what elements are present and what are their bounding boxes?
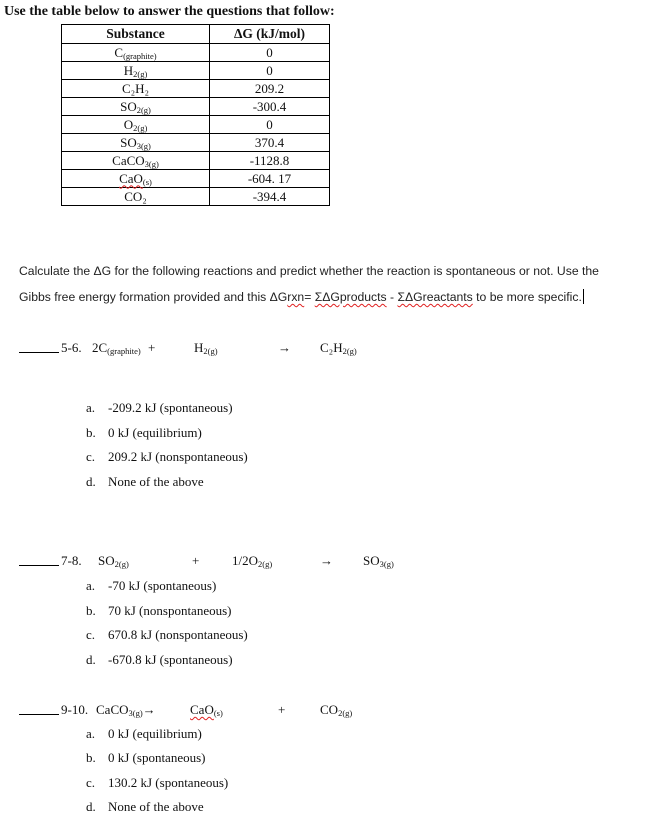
table-row: CaCO3(g) -1128.8 [61,151,330,170]
option-b[interactable]: b. 0 kJ (spontaneous) [86,750,206,766]
substance-cell: O2(g) [61,115,210,134]
table-row: CaO(s) -604. 17 [61,169,330,188]
value-cell: 0 [209,61,330,80]
value-cell: 0 [209,115,330,134]
option-a[interactable]: a. -70 kJ (spontaneous) [86,578,216,594]
text-cursor [582,289,584,304]
option-d[interactable]: d. -670.8 kJ (spontaneous) [86,652,233,668]
option-a[interactable]: a. 0 kJ (equilibrium) [86,726,202,742]
option-d[interactable]: d. None of the above [86,799,204,815]
product-1: CaO(s) [190,702,223,718]
column-header-substance: Substance [61,24,210,44]
substance-cell: CO₂ [61,187,210,206]
reaction-arrow-icon: → [278,340,291,355]
answer-blank[interactable] [19,340,59,356]
substance-cell: C₂H₂ [61,79,210,98]
reactant-2: H2(g) [194,340,218,356]
substance-cell: C(graphite) [61,43,210,62]
value-cell: -604. 17 [209,169,330,188]
option-d[interactable]: d. None of the above [86,474,204,490]
table-row: C₂H₂ 209.2 [61,79,330,98]
table-row: O2(g) 0 [61,115,330,134]
table-row: SO3(g) 370.4 [61,133,330,152]
answer-blank[interactable] [19,553,59,569]
value-cell: -394.4 [209,187,330,206]
value-cell: 0 [209,43,330,62]
instructions-line-1: Calculate the ΔG for the following react… [19,264,599,278]
page-heading: Use the table below to answer the questi… [4,4,335,19]
substance-cell: H2(g) [61,61,210,80]
reactant-1: SO2(g) [98,553,129,569]
value-cell: 209.2 [209,79,330,98]
table-header-row: Substance ΔG (kJ/mol) [61,24,330,44]
plus-sign: + [192,553,200,568]
table-row: SO2(g) -300.4 [61,97,330,116]
reaction-arrow-icon: → [320,553,333,568]
plus-sign: + [278,702,286,717]
option-c[interactable]: c. 670.8 kJ (nonspontaneous) [86,627,248,643]
plus-sign: + [148,340,156,355]
substance-cell: CaCO3(g) [61,151,210,170]
table-row: C(graphite) 0 [61,43,330,62]
value-cell: -300.4 [209,97,330,116]
product-1: SO3(g) [363,553,394,569]
substance-cell: SO2(g) [61,97,210,116]
question-number: 5-6. [61,340,82,355]
option-b[interactable]: b. 70 kJ (nonspontaneous) [86,603,232,619]
gibbs-energy-table: Substance ΔG (kJ/mol) C(graphite) 0 H2(g)… [61,24,330,206]
reaction-arrow-icon: → [142,702,156,717]
reactant-1: 2C(graphite) [92,340,141,356]
reactant-2: 1/2O2(g) [232,553,273,569]
option-c[interactable]: c. 130.2 kJ (spontaneous) [86,775,228,791]
value-cell: 370.4 [209,133,330,152]
question-number: 9-10. [61,702,89,717]
table-row: CO₂ -394.4 [61,187,330,206]
table-row: H2(g) 0 [61,61,330,80]
substance-cell: SO3(g) [61,133,210,152]
reactant-1: CaCO3(g)→ [96,702,156,718]
substance-cell: CaO(s) [61,169,210,188]
answer-blank[interactable] [19,702,59,718]
instructions-line-2[interactable]: Gibbs free energy formation provided and… [19,289,584,304]
option-b[interactable]: b. 0 kJ (equilibrium) [86,425,202,441]
question-number: 7-8. [61,553,82,568]
column-header-delta-g: ΔG (kJ/mol) [209,24,330,44]
option-a[interactable]: a. -209.2 kJ (spontaneous) [86,400,233,416]
option-c[interactable]: c. 209.2 kJ (nonspontaneous) [86,449,248,465]
value-cell: -1128.8 [209,151,330,170]
product-1: C₂H2(g) [320,340,357,356]
product-2: CO2(g) [320,702,353,718]
